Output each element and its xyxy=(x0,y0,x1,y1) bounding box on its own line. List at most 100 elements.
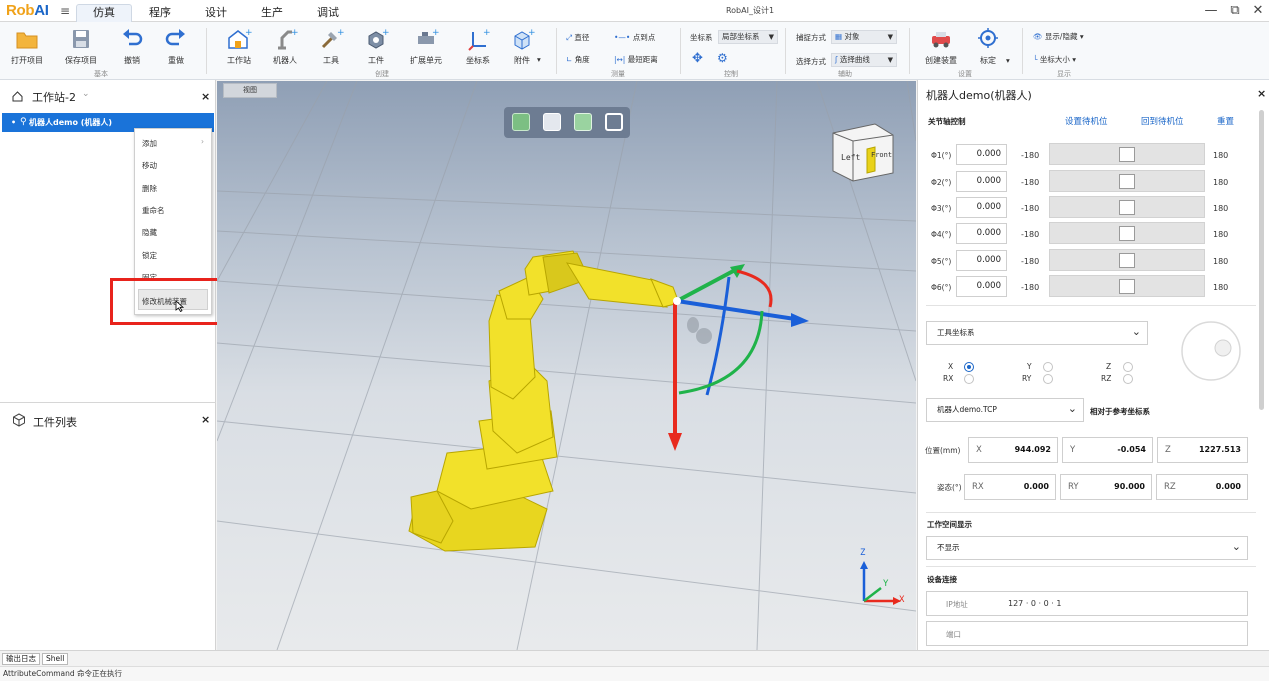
slider-thumb[interactable] xyxy=(1119,279,1135,294)
control-frame-select[interactable]: 局部坐标系 ▼ xyxy=(718,30,778,44)
ip-address-field[interactable]: IP地址 127 · 0 · 0 · 1 xyxy=(926,591,1248,616)
tcp-gizmo[interactable] xyxy=(668,264,809,451)
joint-slider[interactable] xyxy=(1049,170,1205,192)
calibrate-button[interactable]: 标定 xyxy=(966,24,1010,66)
front-view-icon[interactable] xyxy=(543,113,561,131)
set-standby-button[interactable]: 设置待机位 xyxy=(1065,115,1108,127)
radio-rx[interactable] xyxy=(964,374,974,384)
scrollbar[interactable] xyxy=(1259,110,1264,410)
fit-view-icon[interactable] xyxy=(605,113,623,131)
position-x-field[interactable]: X 944.092 xyxy=(968,437,1058,463)
menu-item-add[interactable]: 添加 xyxy=(142,138,157,149)
solid-view-icon[interactable] xyxy=(512,113,530,131)
tab-simulation[interactable]: 仿真 xyxy=(76,4,132,22)
slider-thumb[interactable] xyxy=(1119,200,1135,215)
floor-grid xyxy=(217,81,916,650)
save-project-button[interactable]: 保存项目 xyxy=(59,24,103,66)
measure-diameter-button[interactable]: ⤢ 直径 xyxy=(566,32,589,43)
measure-min-distance-button[interactable]: |↔| 最短距离 xyxy=(614,54,658,65)
tab-shell[interactable]: Shell xyxy=(42,653,69,665)
minimize-button[interactable]: — xyxy=(1200,2,1222,20)
joint-slider[interactable] xyxy=(1049,249,1205,271)
pose-rz-field[interactable]: RZ 0.000 xyxy=(1156,474,1248,500)
joint-slider[interactable] xyxy=(1049,222,1205,244)
close-properties-button[interactable]: × xyxy=(1257,87,1266,100)
radio-label-rz: RZ xyxy=(1101,374,1112,383)
port-field[interactable]: 端口 xyxy=(926,621,1248,646)
3d-viewport[interactable]: 视图 Left Front Z Y X xyxy=(217,81,916,650)
robot-jog-icon[interactable]: ⚙ xyxy=(717,51,728,65)
radio-ry[interactable] xyxy=(1043,374,1053,384)
workstation-panel: 工作站-2 ⌄ × • ⚲ 机器人demo (机器人) 添加 › 移动 删除 重… xyxy=(0,80,230,650)
pose-ry-field[interactable]: RY 90.000 xyxy=(1060,474,1152,500)
position-y-field[interactable]: Y -0.054 xyxy=(1062,437,1153,463)
joint-slider[interactable] xyxy=(1049,196,1205,218)
position-z-field[interactable]: Z 1227.513 xyxy=(1157,437,1248,463)
robot-model[interactable] xyxy=(408,250,680,552)
radio-z[interactable] xyxy=(1123,362,1133,372)
tool-button[interactable]: + 工具 xyxy=(309,24,353,66)
chevron-down-icon[interactable]: ⌄ xyxy=(82,89,90,99)
slider-thumb[interactable] xyxy=(1119,174,1135,189)
workpiece-button[interactable]: + 工件 xyxy=(354,24,398,66)
robot-button[interactable]: + 机器人 xyxy=(263,24,307,66)
frame-button[interactable]: + 坐标系 xyxy=(456,24,500,66)
tab-production[interactable]: 生产 xyxy=(252,5,292,22)
tool-frame-select[interactable]: 工具坐标系 ⌄ xyxy=(926,321,1148,345)
select-mode-select[interactable]: ʃ 选择曲线 ▼ xyxy=(831,53,897,67)
menu-item-delete[interactable]: 删除 xyxy=(142,183,157,194)
menu-item-hide[interactable]: 隐藏 xyxy=(142,227,157,238)
hamburger-menu-icon[interactable]: ≡ xyxy=(60,4,70,18)
radio-label-z: Z xyxy=(1106,362,1112,371)
tab-design[interactable]: 设计 xyxy=(196,5,236,22)
measure-p2p-button[interactable]: •—• 点到点 xyxy=(614,32,655,43)
slider-thumb[interactable] xyxy=(1119,226,1135,241)
tab-debug[interactable]: 调试 xyxy=(308,5,348,22)
workspace-display-select[interactable]: 不显示 ⌄ xyxy=(926,536,1248,560)
joint-value-input[interactable]: 0.000 xyxy=(956,276,1007,297)
move-axes-icon[interactable]: ✥ xyxy=(692,51,703,66)
open-project-button[interactable]: 打开项目 xyxy=(5,24,49,66)
slider-thumb[interactable] xyxy=(1119,147,1135,162)
menu-item-rename[interactable]: 重命名 xyxy=(142,205,165,216)
pose-rx-field[interactable]: RX 0.000 xyxy=(964,474,1056,500)
close-button[interactable]: ✕ xyxy=(1247,2,1269,20)
joint-value-input[interactable]: 0.000 xyxy=(956,223,1007,244)
tab-output-log[interactable]: 输出日志 xyxy=(2,653,40,665)
redo-button[interactable]: 重做 xyxy=(154,24,198,66)
close-worklist-button[interactable]: × xyxy=(201,413,210,426)
create-device-button[interactable]: 创建装置 xyxy=(919,24,963,66)
extension-unit-button[interactable]: + 扩展单元 xyxy=(404,24,448,66)
radio-rz[interactable] xyxy=(1123,374,1133,384)
go-standby-button[interactable]: 回到待机位 xyxy=(1141,115,1184,127)
side-view-icon[interactable] xyxy=(574,113,592,131)
radio-y[interactable] xyxy=(1043,362,1053,372)
workstation-button[interactable]: + 工作站 xyxy=(217,24,261,66)
restore-button[interactable]: ⧉ xyxy=(1224,2,1246,20)
close-panel-button[interactable]: × xyxy=(201,90,210,103)
tab-program[interactable]: 程序 xyxy=(140,5,180,22)
show-hide-button[interactable]: 👁 显示/隐藏 ▾ xyxy=(1033,31,1084,42)
frame-size-button[interactable]: └ 坐标大小 ▾ xyxy=(1033,54,1076,65)
slider-thumb[interactable] xyxy=(1119,253,1135,268)
robot-icon: + xyxy=(278,28,298,50)
joint-value-input[interactable]: 0.000 xyxy=(956,197,1007,218)
joint-slider[interactable] xyxy=(1049,143,1205,165)
jog-joystick[interactable] xyxy=(1180,320,1242,382)
joint-value-input[interactable]: 0.000 xyxy=(956,171,1007,192)
view-tab[interactable]: 视图 xyxy=(223,83,277,98)
menu-item-lock[interactable]: 锁定 xyxy=(142,250,157,261)
snap-mode-select[interactable]: ▦ 对象 ▼ xyxy=(831,30,897,44)
group-label-control: 控制 xyxy=(724,70,738,78)
joint-value-input[interactable]: 0.000 xyxy=(956,250,1007,271)
calibrate-dropdown-icon[interactable]: ▾ xyxy=(1006,56,1010,65)
joint-slider[interactable] xyxy=(1049,275,1205,297)
measure-angle-button[interactable]: ∟ 角度 xyxy=(566,54,590,65)
radio-x[interactable] xyxy=(964,362,974,372)
menu-item-move[interactable]: 移动 xyxy=(142,160,157,171)
attachment-dropdown-icon[interactable]: ▾ xyxy=(537,55,541,64)
joint-value-input[interactable]: 0.000 xyxy=(956,144,1007,165)
undo-button[interactable]: 撤销 xyxy=(110,24,154,66)
tcp-select[interactable]: 机器人demo.TCP ⌄ xyxy=(926,398,1084,422)
reset-button[interactable]: 重置 xyxy=(1217,115,1234,127)
